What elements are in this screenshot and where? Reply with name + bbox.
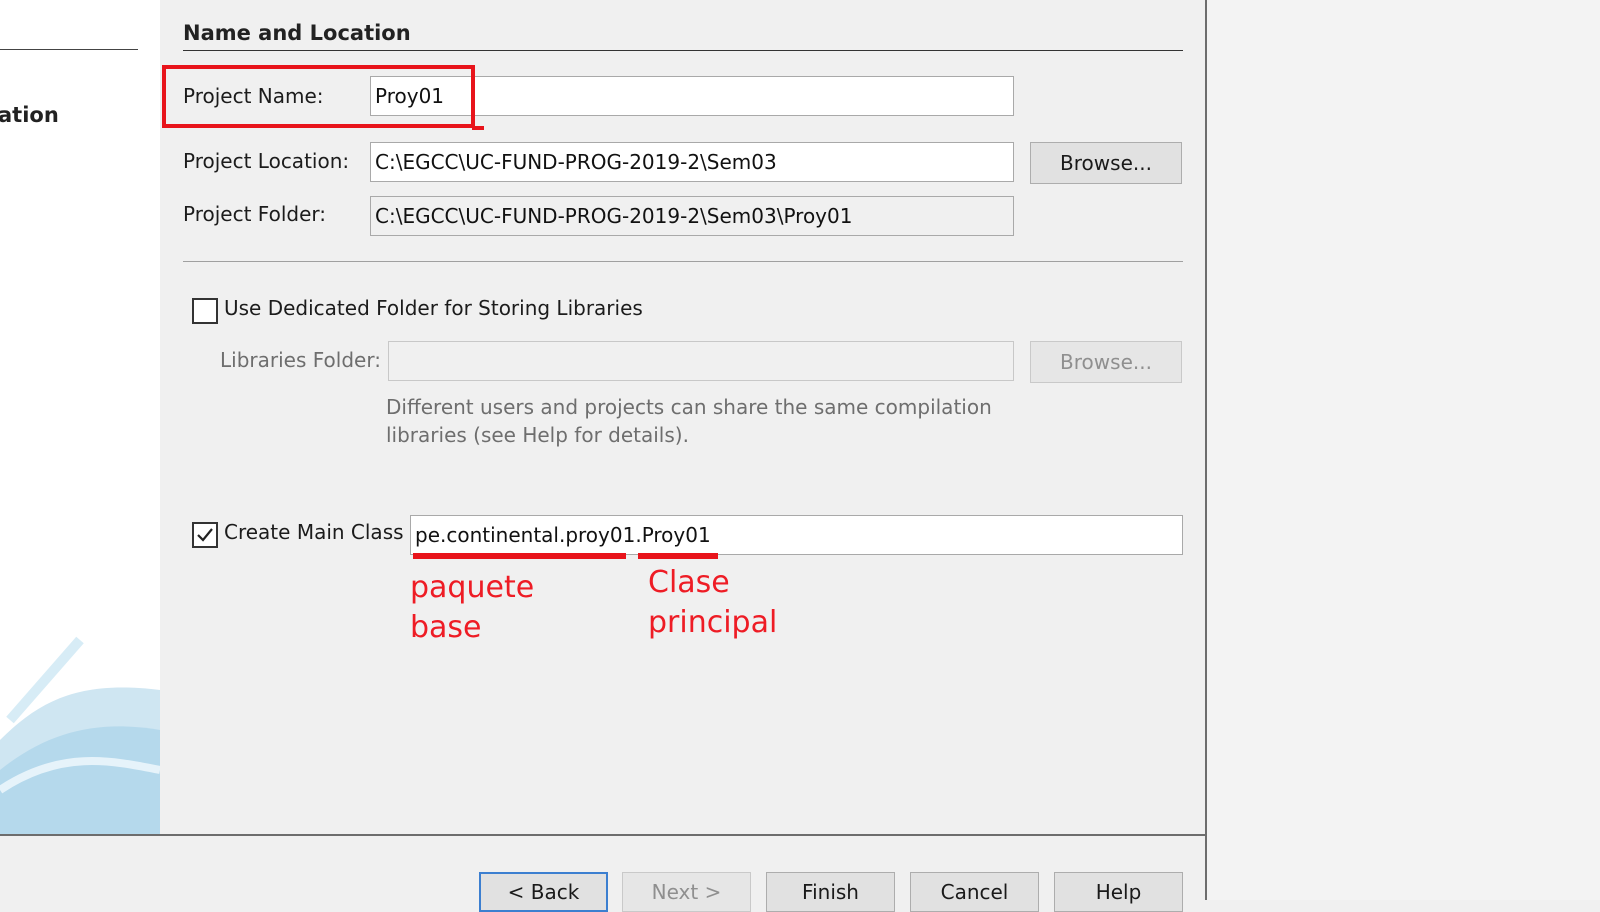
project-folder-label: Project Folder: <box>183 202 326 226</box>
package-annotation-line-1: paquete <box>410 570 535 605</box>
libraries-hint-line-1: Different users and projects can share t… <box>386 395 992 419</box>
help-button[interactable]: Help <box>1054 872 1183 912</box>
project-name-highlight <box>162 65 475 128</box>
libraries-hint: Different users and projects can share t… <box>386 393 1006 449</box>
steps-panel: ation <box>0 0 160 834</box>
dedicated-folder-checkbox[interactable] <box>192 298 218 324</box>
libraries-hint-line-2: libraries (see Help for details). <box>386 423 689 447</box>
project-folder-field: C:\EGCC\UC-FUND-PROG-2019-2\Sem03\Proy01 <box>370 196 1014 236</box>
checkmark-icon <box>197 528 213 542</box>
desktop-background <box>1207 0 1600 900</box>
libraries-folder-input[interactable] <box>388 341 1014 381</box>
create-main-class-checkbox[interactable] <box>192 522 218 548</box>
class-annotation: Clase principal <box>648 563 777 643</box>
libraries-folder-label: Libraries Folder: <box>220 348 381 372</box>
package-annotation-line-2: base <box>410 610 482 645</box>
footer-divider <box>0 834 1206 836</box>
package-underline <box>413 553 626 559</box>
cancel-button[interactable]: Cancel <box>910 872 1039 912</box>
browse-location-button[interactable]: Browse... <box>1030 142 1182 184</box>
next-button[interactable]: Next > <box>622 872 751 912</box>
project-location-input[interactable]: C:\EGCC\UC-FUND-PROG-2019-2\Sem03 <box>370 142 1014 182</box>
step-name-and-location[interactable]: ation <box>0 103 59 127</box>
class-annotation-line-1: Clase <box>648 565 730 600</box>
back-button[interactable]: < Back <box>479 872 608 912</box>
finish-button[interactable]: Finish <box>766 872 895 912</box>
section-title: Name and Location <box>183 21 411 45</box>
project-name-highlight-tick <box>472 126 484 130</box>
package-annotation: paquete base <box>410 568 534 648</box>
main-class-input[interactable]: pe.continental.proy01.Proy01 <box>410 515 1183 555</box>
create-main-class-label[interactable]: Create Main Class <box>224 520 404 544</box>
separator <box>183 261 1183 262</box>
class-annotation-line-2: principal <box>648 605 778 640</box>
steps-divider <box>0 49 138 50</box>
browse-libraries-button[interactable]: Browse... <box>1030 341 1182 383</box>
class-underline <box>638 553 718 559</box>
project-location-label: Project Location: <box>183 149 350 173</box>
dedicated-folder-label[interactable]: Use Dedicated Folder for Storing Librari… <box>224 296 643 320</box>
wizard-graphic-icon <box>0 636 160 834</box>
section-title-rule <box>183 50 1183 51</box>
